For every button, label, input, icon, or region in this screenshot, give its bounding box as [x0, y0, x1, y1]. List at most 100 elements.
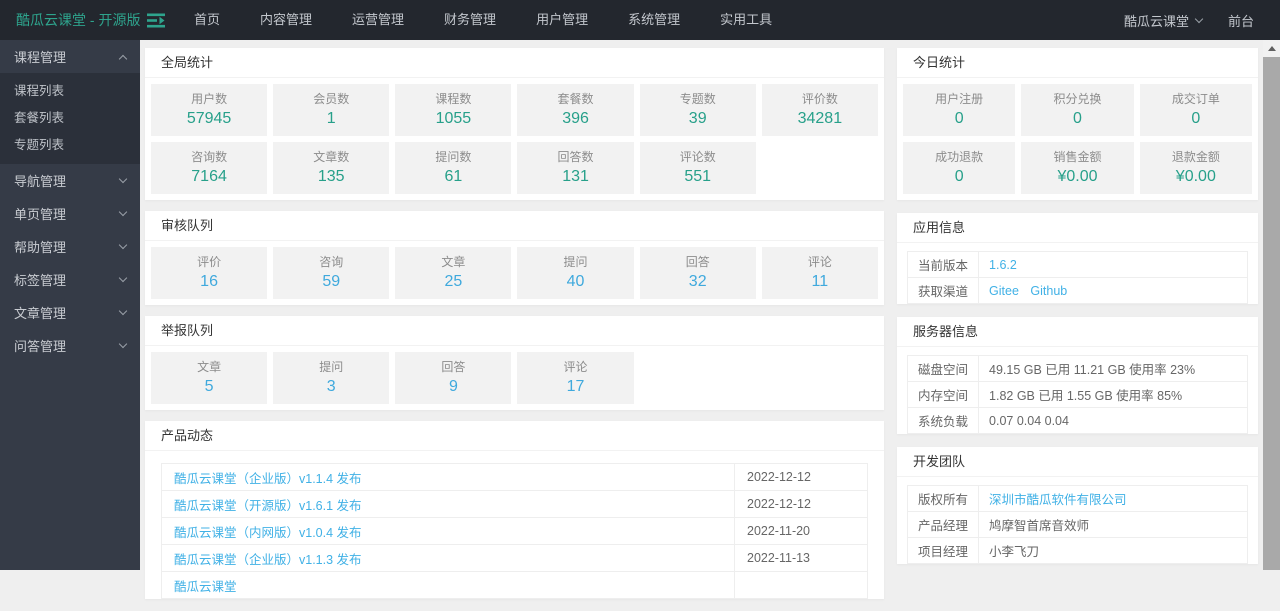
row-label: 内存空间 — [906, 381, 980, 408]
release-date: 2022-12-12 — [734, 463, 868, 491]
sidebar-collapse-toggle[interactable] — [140, 0, 174, 40]
release-link[interactable]: 酷瓜云课堂 — [174, 580, 237, 594]
stat-tile-questions[interactable]: 提问数 61 — [395, 142, 512, 194]
review-queue-tiles: 评价 16 咨询 59 文章 25 提问 40 回答 32 评论 11 — [145, 241, 884, 305]
sidebar-group-label: 单页管理 — [14, 207, 67, 222]
user-dropdown[interactable]: 酷瓜云课堂 — [1124, 11, 1204, 30]
nav-tools[interactable]: 实用工具 — [700, 0, 792, 40]
today-tile-registrations[interactable]: 用户注册 0 — [903, 84, 1016, 136]
stat-tile-reviews[interactable]: 评价数 34281 — [761, 84, 878, 136]
nav-content[interactable]: 内容管理 — [240, 0, 332, 40]
scrollbar-thumb[interactable] — [1263, 57, 1280, 570]
sidebar: 课程管理 课程列表 套餐列表 专题列表 导航管理 单页管理 帮助管理 标签管理 … — [0, 40, 140, 570]
review-tile-comments[interactable]: 评论 11 — [761, 247, 878, 299]
topbar-right: 酷瓜云课堂 前台 — [1124, 11, 1280, 30]
table-row: 获取渠道 Gitee Github — [906, 277, 1248, 304]
pjm-value: 小李飞刀 — [978, 537, 1248, 564]
table-row: 产品经理 鸠摩智首席音效师 — [906, 511, 1248, 538]
chevron-up-icon — [118, 54, 128, 63]
today-tile-refund-amount[interactable]: 退款金额 ¥0.00 — [1139, 142, 1252, 194]
stat-tile-users[interactable]: 用户数 57945 — [151, 84, 268, 136]
app-info-table: 当前版本 1.6.2 获取渠道 Gitee Github — [906, 251, 1248, 304]
stat-tile-comments[interactable]: 评论数 551 — [639, 142, 756, 194]
nav-home[interactable]: 首页 — [174, 0, 240, 40]
sidebar-group-label: 标签管理 — [14, 273, 67, 288]
vertical-scrollbar[interactable] — [1263, 40, 1280, 570]
card-title: 产品动态 — [145, 421, 884, 451]
memory-value: 1.82 GB 已用 1.55 GB 使用率 85% — [978, 381, 1248, 408]
server-info-table: 磁盘空间 49.15 GB 已用 11.21 GB 使用率 23% 内存空间 1… — [906, 355, 1248, 434]
github-link[interactable]: Github — [1030, 284, 1067, 298]
today-tile-point-redeems[interactable]: 积分兑换 0 — [1021, 84, 1134, 136]
release-link[interactable]: 酷瓜云课堂（开源版）v1.6.1 发布 — [174, 499, 362, 513]
stat-tile-courses[interactable]: 课程数 1055 — [395, 84, 512, 136]
stat-tile-answers[interactable]: 回答数 131 — [517, 142, 634, 194]
row-label: 获取渠道 — [906, 277, 980, 304]
table-row: 项目经理 小李飞刀 — [906, 537, 1248, 564]
top-nav: 首页 内容管理 运营管理 财务管理 用户管理 系统管理 实用工具 — [174, 0, 792, 40]
today-tile-orders[interactable]: 成交订单 0 — [1139, 84, 1252, 136]
row-label: 磁盘空间 — [906, 355, 980, 382]
nav-finance[interactable]: 财务管理 — [424, 0, 516, 40]
right-column: 今日统计 用户注册 0 积分兑换 0 成交订单 0 成功退款 0 销售金额 ¥0… — [897, 48, 1258, 577]
table-row: 酷瓜云课堂 — [161, 571, 868, 599]
chevron-down-icon — [118, 240, 128, 250]
row-label: 系统负载 — [906, 407, 980, 434]
review-tile-articles[interactable]: 文章 25 — [395, 247, 512, 299]
server-info-card: 服务器信息 磁盘空间 49.15 GB 已用 11.21 GB 使用率 23% … — [897, 317, 1258, 434]
frontend-link[interactable]: 前台 — [1228, 11, 1254, 30]
card-title: 全局统计 — [145, 48, 884, 78]
table-row: 酷瓜云课堂（企业版）v1.1.3 发布 2022-11-13 — [161, 544, 868, 572]
stat-tile-members[interactable]: 会员数 1 — [273, 84, 390, 136]
sidebar-group-course[interactable]: 课程管理 — [0, 40, 140, 73]
release-link[interactable]: 酷瓜云课堂（企业版）v1.1.3 发布 — [174, 553, 362, 567]
report-queue-card: 举报队列 文章 5 提问 3 回答 9 评论 17 — [145, 316, 884, 410]
gitee-link[interactable]: Gitee — [989, 284, 1019, 298]
card-title: 今日统计 — [897, 48, 1258, 78]
report-tile-articles[interactable]: 文章 5 — [151, 352, 268, 404]
review-tile-reviews[interactable]: 评价 16 — [151, 247, 268, 299]
version-link[interactable]: 1.6.2 — [989, 258, 1017, 272]
nav-system[interactable]: 系统管理 — [608, 0, 700, 40]
sidebar-group-article[interactable]: 文章管理 — [0, 296, 140, 329]
review-tile-consults[interactable]: 咨询 59 — [273, 247, 390, 299]
sidebar-group-help[interactable]: 帮助管理 — [0, 230, 140, 263]
review-tile-answers[interactable]: 回答 32 — [639, 247, 756, 299]
nav-operation[interactable]: 运营管理 — [332, 0, 424, 40]
today-tile-sales-amount[interactable]: 销售金额 ¥0.00 — [1021, 142, 1134, 194]
scroll-up-arrow-icon[interactable] — [1263, 40, 1280, 57]
sidebar-group-label: 课程管理 — [14, 50, 67, 65]
stat-tile-packages[interactable]: 套餐数 396 — [517, 84, 634, 136]
sidebar-group-tag[interactable]: 标签管理 — [0, 263, 140, 296]
sidebar-group-nav[interactable]: 导航管理 — [0, 164, 140, 197]
release-link[interactable]: 酷瓜云课堂（企业版）v1.1.4 发布 — [174, 472, 362, 486]
card-title: 应用信息 — [897, 213, 1258, 243]
stat-tile-consults[interactable]: 咨询数 7164 — [151, 142, 268, 194]
release-date — [734, 571, 868, 599]
table-row: 磁盘空间 49.15 GB 已用 11.21 GB 使用率 23% — [906, 355, 1248, 382]
report-tile-questions[interactable]: 提问 3 — [273, 352, 390, 404]
sidebar-item-topic-list[interactable]: 专题列表 — [0, 132, 140, 159]
chevron-down-icon — [118, 174, 128, 184]
sidebar-group-page[interactable]: 单页管理 — [0, 197, 140, 230]
sidebar-item-course-list[interactable]: 课程列表 — [0, 78, 140, 105]
report-tile-comments[interactable]: 评论 17 — [517, 352, 634, 404]
chevron-down-icon — [118, 207, 128, 217]
sidebar-group-qa[interactable]: 问答管理 — [0, 329, 140, 362]
release-link[interactable]: 酷瓜云课堂（内网版）v1.0.4 发布 — [174, 526, 362, 540]
chevron-down-icon — [118, 273, 128, 283]
global-stats-card: 全局统计 用户数 57945 会员数 1 课程数 1055 套餐数 396 专题… — [145, 48, 884, 200]
report-tile-answers[interactable]: 回答 9 — [395, 352, 512, 404]
brand-logo[interactable]: 酷瓜云课堂 - 开源版 — [0, 10, 140, 30]
company-link[interactable]: 深圳市酷瓜软件有限公司 — [989, 493, 1127, 507]
nav-user[interactable]: 用户管理 — [516, 0, 608, 40]
card-title: 开发团队 — [897, 447, 1258, 477]
chevron-down-icon — [118, 339, 128, 349]
stat-tile-articles[interactable]: 文章数 135 — [273, 142, 390, 194]
table-row: 酷瓜云课堂（开源版）v1.6.1 发布 2022-12-12 — [161, 490, 868, 518]
review-tile-questions[interactable]: 提问 40 — [517, 247, 634, 299]
global-stats-tiles: 用户数 57945 会员数 1 课程数 1055 套餐数 396 专题数 39 … — [145, 78, 884, 200]
stat-tile-topics[interactable]: 专题数 39 — [639, 84, 756, 136]
today-tile-refund-count[interactable]: 成功退款 0 — [903, 142, 1016, 194]
sidebar-item-package-list[interactable]: 套餐列表 — [0, 105, 140, 132]
